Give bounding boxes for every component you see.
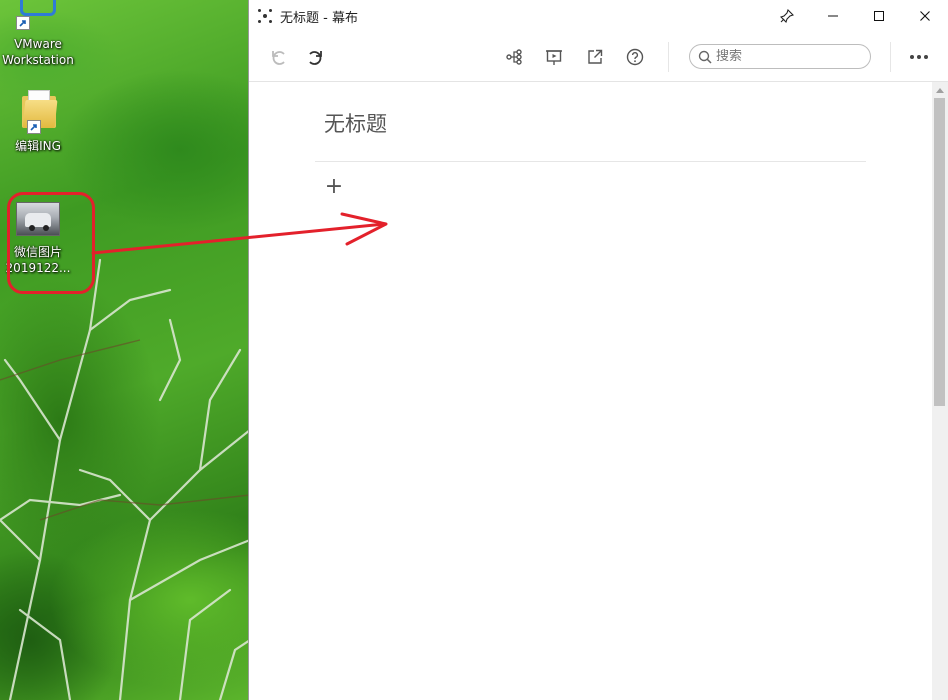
window-controls [764,0,948,32]
window-title: 无标题 - 幕布 [280,10,358,26]
close-button[interactable] [902,0,948,32]
more-button[interactable] [908,46,930,68]
shortcut-arrow-icon [27,120,41,134]
minimize-icon [828,15,838,17]
folder-icon [14,88,62,136]
shortcut-arrow-icon [16,16,30,30]
more-icon [910,55,928,59]
annotation-highlight-ring [7,192,95,294]
app-window: 无标题 - 幕布 搜索 无标题 + [248,0,948,700]
search-box[interactable] [689,44,871,69]
scroll-up-button[interactable] [932,82,948,98]
help-icon [626,48,644,66]
pin-icon [780,9,794,23]
undo-icon [272,51,285,65]
export-button[interactable] [584,46,606,68]
title-bar[interactable]: 无标题 - 幕布 [249,0,948,32]
undo-button[interactable] [269,46,291,68]
export-icon [588,49,603,64]
desktop-icon-folder[interactable]: 编辑ING [0,88,79,154]
scroll-up-arrow-icon [936,87,944,93]
scrollbar-thumb[interactable] [934,98,945,406]
add-node-button[interactable]: + [325,176,343,198]
app-logo-icon [258,9,272,23]
presentation-button[interactable] [543,46,565,68]
desktop-icon-label: Workstation [2,53,74,67]
desktop-icon-label: VMware [14,37,62,51]
vmware-icon [14,0,62,34]
mindmap-icon [506,49,522,65]
redo-icon [309,51,322,65]
document-title[interactable]: 无标题 [324,108,387,138]
search-icon [698,50,712,64]
minimize-button[interactable] [810,0,856,32]
maximize-icon [874,11,884,21]
document-area[interactable]: 无标题 + [249,82,933,700]
mindmap-button[interactable] [503,46,525,68]
toolbar [249,32,948,82]
desktop-icon-vmware[interactable]: VMware Workstation [0,0,79,68]
maximize-button[interactable] [856,0,902,32]
toolbar-separator [668,42,669,72]
close-icon [920,11,930,21]
title-divider [315,161,866,162]
desktop: VMware Workstation 编辑ING 微信图片 2019122... [0,0,250,700]
presentation-icon [546,50,562,65]
desktop-icon-label: 编辑ING [15,139,61,153]
help-button[interactable] [624,46,646,68]
redo-button[interactable] [303,46,325,68]
search-input[interactable] [716,49,856,64]
pin-button[interactable] [764,0,810,32]
toolbar-separator [890,42,891,72]
